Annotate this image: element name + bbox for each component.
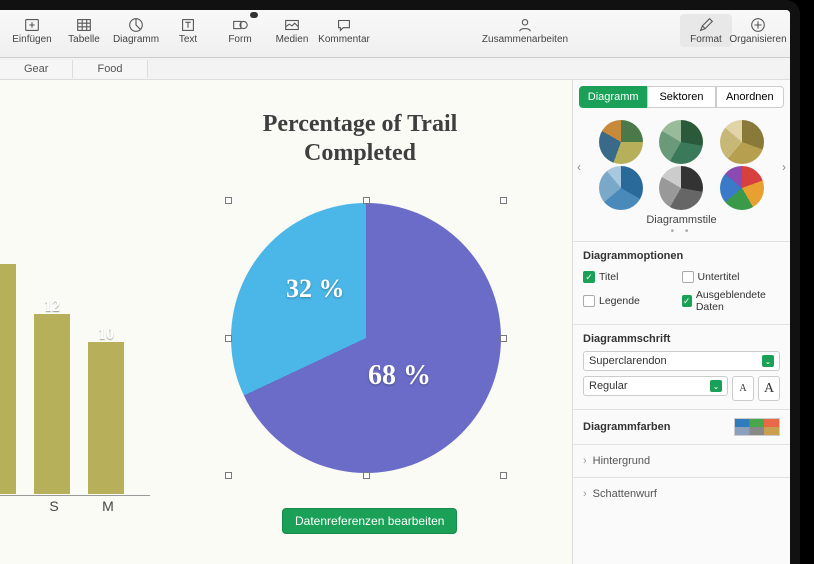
table-button[interactable]: Tabelle — [58, 14, 110, 47]
checkbox-hidden-data[interactable]: ✓Ausgeblendete Daten — [682, 289, 781, 313]
color-swatch-button[interactable] — [734, 418, 780, 436]
bar — [0, 264, 16, 494]
person-icon — [514, 16, 536, 34]
text-button[interactable]: Text — [162, 14, 214, 47]
media-label: Medien — [276, 34, 309, 45]
background-disclosure[interactable]: Hintergrund — [573, 444, 790, 477]
resize-handle[interactable] — [500, 335, 507, 342]
chevron-down-icon: ⌄ — [762, 355, 774, 367]
collaborate-button[interactable]: Zusammenarbeiten — [499, 14, 551, 47]
style-thumb[interactable] — [599, 120, 643, 164]
sidebar-segments: Diagramm Sektoren Anordnen — [579, 86, 784, 108]
page-dots[interactable]: • • — [591, 226, 772, 237]
shape-icon — [229, 16, 251, 34]
shape-button[interactable]: Form — [214, 14, 266, 47]
comment-label: Kommentar — [318, 34, 370, 45]
segment-chart[interactable]: Diagramm — [579, 86, 647, 108]
toolbar: Einfügen Tabelle Diagramm Text Form Medi… — [0, 10, 790, 58]
section-title: Diagrammfarben — [583, 421, 670, 433]
section-title: Diagrammschrift — [583, 333, 780, 345]
slice-label: 68 % — [368, 360, 431, 392]
media-button[interactable]: Medien — [266, 14, 318, 47]
style-thumb[interactable] — [659, 166, 703, 210]
decrease-font-button[interactable]: A — [732, 376, 754, 401]
piechart-icon — [125, 16, 147, 34]
organize-button[interactable]: Organisieren — [732, 14, 784, 47]
resize-handle[interactable] — [500, 197, 507, 204]
media-icon — [281, 16, 303, 34]
resize-handle[interactable] — [225, 197, 232, 204]
resize-handle[interactable] — [363, 197, 370, 204]
organize-icon — [747, 16, 769, 34]
slice-label: 32 % — [286, 274, 345, 304]
insert-label: Einfügen — [12, 34, 51, 45]
style-thumb[interactable] — [659, 120, 703, 164]
checkbox-title[interactable]: ✓Titel — [583, 271, 682, 283]
comment-button[interactable]: Kommentar — [318, 14, 370, 47]
checkbox-subtitle[interactable]: Untertitel — [682, 271, 781, 283]
increase-font-button[interactable]: A — [758, 376, 780, 401]
section-title: Diagrammoptionen — [583, 250, 780, 262]
chart-label: Diagramm — [113, 34, 159, 45]
text-icon — [177, 16, 199, 34]
checkbox-icon — [682, 271, 694, 283]
chart-button[interactable]: Diagramm — [110, 14, 162, 47]
comment-icon — [333, 16, 355, 34]
checkbox-icon — [583, 295, 595, 307]
format-label: Format — [690, 34, 722, 45]
chart-colors-section: Diagrammfarben — [573, 409, 790, 444]
bar: 10 — [88, 342, 124, 494]
style-thumb[interactable] — [599, 166, 643, 210]
chart-styles: ‹ › Diagrammstile • • — [573, 114, 790, 241]
pie-chart[interactable] — [231, 203, 501, 473]
resize-handle[interactable] — [363, 472, 370, 479]
format-button[interactable]: Format — [680, 14, 732, 47]
font-family-select[interactable]: Superclarendon⌄ — [583, 351, 780, 371]
pie-chart-selection[interactable]: 32 % 68 % — [228, 200, 504, 476]
checkbox-icon: ✓ — [583, 271, 595, 283]
checkbox-legend[interactable]: Legende — [583, 289, 682, 313]
bar: 12 — [34, 314, 70, 494]
chart-title: Percentage of Trail Completed — [230, 110, 490, 168]
table-label: Tabelle — [68, 34, 100, 45]
chevron-left-icon[interactable]: ‹ — [577, 160, 581, 174]
segment-sectors[interactable]: Sektoren — [647, 86, 715, 108]
collaborate-label: Zusammenarbeiten — [482, 34, 568, 45]
styles-label: Diagrammstile — [591, 214, 772, 226]
segment-arrange[interactable]: Anordnen — [716, 86, 784, 108]
bar-axis-labels: S M — [0, 498, 126, 514]
table-icon — [73, 16, 95, 34]
format-sidebar: Diagramm Sektoren Anordnen ‹ › Diagramms… — [572, 80, 790, 564]
bar-chart-fragment: 12 10 — [0, 264, 124, 494]
tab-food[interactable]: Food — [73, 60, 147, 78]
checkbox-icon: ✓ — [682, 295, 692, 307]
edit-data-references-button[interactable]: Datenreferenzen bearbeiten — [282, 508, 457, 534]
resize-handle[interactable] — [225, 472, 232, 479]
tab-gear[interactable]: Gear — [0, 60, 73, 78]
style-thumb[interactable] — [720, 120, 764, 164]
chart-font-section: Diagrammschrift Superclarendon⌄ Regular⌄… — [573, 324, 790, 409]
resize-handle[interactable] — [500, 472, 507, 479]
brush-icon — [695, 16, 717, 34]
canvas[interactable]: 12 10 S M Percentage of Trail Completed … — [0, 80, 572, 564]
shape-label: Form — [228, 34, 251, 45]
chevron-down-icon: ⌄ — [710, 380, 722, 392]
font-weight-select[interactable]: Regular⌄ — [583, 376, 728, 396]
shadow-disclosure[interactable]: Schattenwurf — [573, 477, 790, 510]
resize-handle[interactable] — [225, 335, 232, 342]
chevron-right-icon[interactable]: › — [782, 160, 786, 174]
plus-icon — [21, 16, 43, 34]
text-label: Text — [179, 34, 197, 45]
insert-button[interactable]: Einfügen — [6, 14, 58, 47]
chart-options-section: Diagrammoptionen ✓Titel Untertitel Legen… — [573, 241, 790, 324]
style-thumb[interactable] — [720, 166, 764, 210]
sheet-tabs: Gear Food — [0, 58, 790, 80]
organize-label: Organisieren — [729, 34, 786, 45]
